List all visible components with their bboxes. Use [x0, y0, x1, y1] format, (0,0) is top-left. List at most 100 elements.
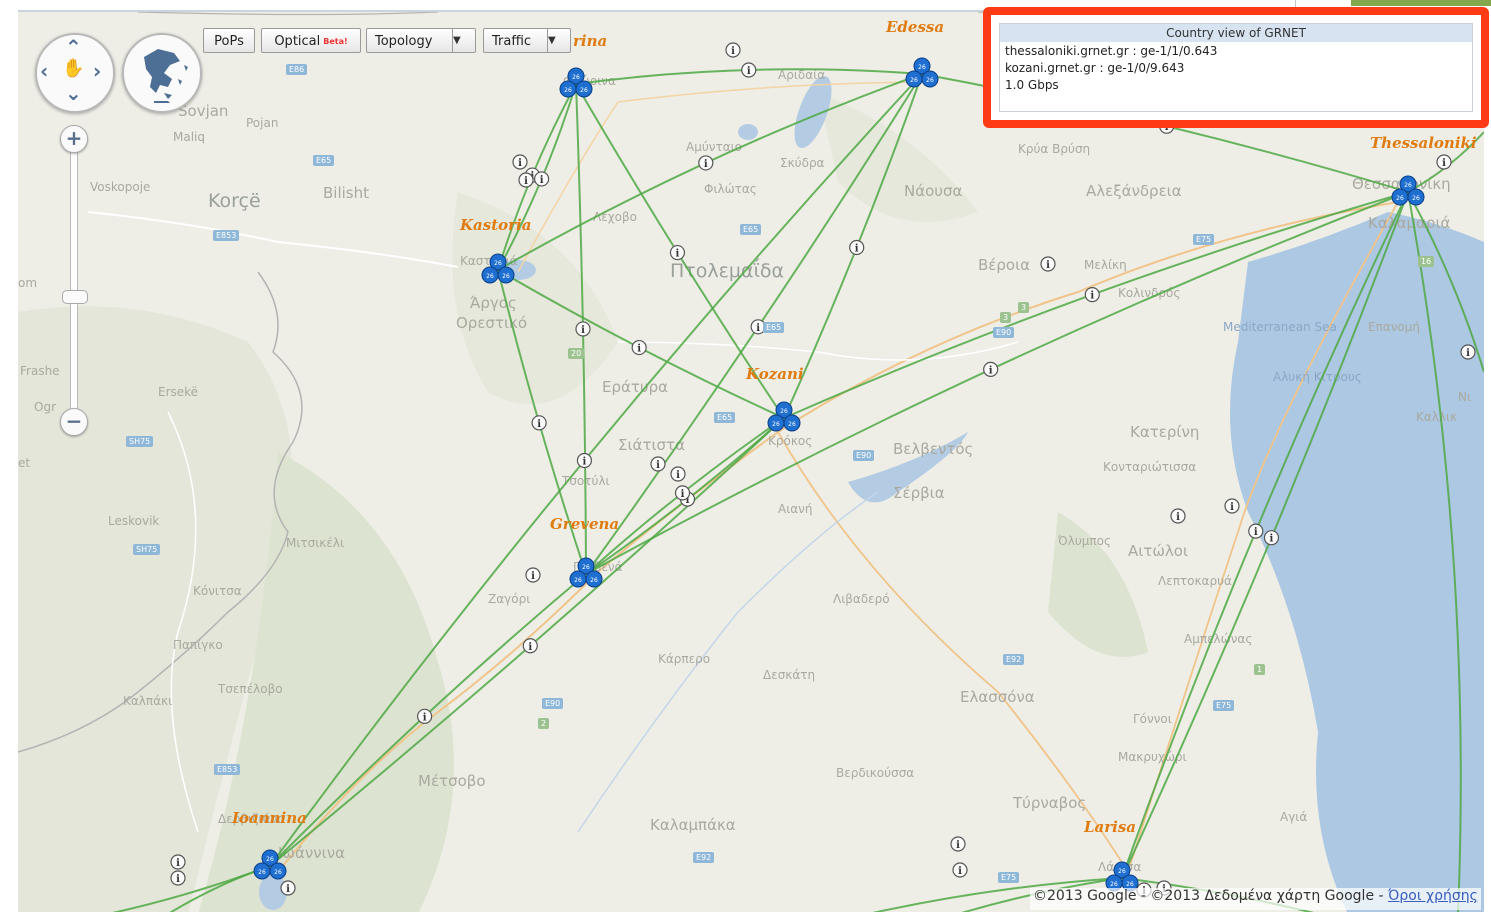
svg-text:i: i: [1466, 348, 1470, 359]
info-icon[interactable]: i: [1224, 498, 1240, 514]
map-application: Sovjan Pojan Maliq Voskopoje Korçë Bilis…: [0, 0, 1491, 912]
zoom-in-button[interactable]: +: [60, 125, 88, 153]
info-icon[interactable]: i: [670, 466, 686, 482]
svg-text:i: i: [1230, 502, 1234, 513]
info-icon[interactable]: i: [534, 171, 550, 187]
info-icon[interactable]: i: [741, 62, 757, 78]
zoom-slider-handle[interactable]: [62, 290, 88, 304]
zoom-out-button[interactable]: −: [60, 408, 88, 436]
info-icon[interactable]: i: [849, 239, 865, 256]
overview-map-button[interactable]: [122, 33, 202, 113]
svg-text:i: i: [581, 325, 585, 336]
road-shield: 20: [568, 348, 585, 359]
road-shield: E853: [214, 764, 241, 775]
beta-badge: Beta!: [323, 37, 348, 46]
terms-link[interactable]: Όροι χρήσης: [1388, 888, 1478, 904]
info-icon[interactable]: i: [522, 638, 538, 654]
info-icon[interactable]: i: [669, 244, 686, 261]
info-icon[interactable]: i: [950, 836, 966, 852]
info-icon[interactable]: i: [576, 452, 593, 469]
info-icon[interactable]: i: [1460, 344, 1476, 360]
info-icon[interactable]: i: [1436, 154, 1452, 170]
pop-node-kastoria[interactable]: 2626 26: [481, 253, 515, 284]
svg-text:i: i: [747, 66, 751, 77]
network-link[interactable]: [269, 73, 923, 867]
info-icon[interactable]: i: [1170, 508, 1186, 524]
topology-dropdown[interactable]: Topology ▼: [366, 28, 476, 53]
svg-text:i: i: [1254, 527, 1258, 538]
road-shield: E90: [993, 327, 1015, 338]
info-icon[interactable]: i: [575, 321, 591, 337]
svg-text:26: 26: [780, 408, 788, 415]
zoom-slider-track[interactable]: [70, 150, 78, 412]
info-icon[interactable]: i: [698, 155, 714, 171]
svg-text:i: i: [176, 874, 180, 885]
road-shield: E92: [1003, 654, 1025, 665]
svg-text:26: 26: [582, 564, 590, 571]
chevron-down-icon[interactable]: ▼: [547, 29, 570, 52]
pan-up-icon[interactable]: ⌃: [65, 37, 82, 57]
info-icon[interactable]: i: [1084, 287, 1100, 303]
road-shield: E75: [1213, 700, 1235, 711]
pan-right-icon[interactable]: ›: [93, 61, 101, 81]
svg-text:26: 26: [788, 421, 796, 428]
pan-control[interactable]: ⌃ ⌄ ‹ › ✋: [35, 33, 115, 113]
pops-button[interactable]: PoPs: [203, 28, 255, 53]
svg-text:26: 26: [494, 260, 502, 267]
pop-label-kozani: Kozani: [746, 365, 804, 383]
pop-node-edessa[interactable]: 2626 26: [905, 57, 939, 88]
pan-down-icon[interactable]: ⌄: [65, 83, 82, 103]
hand-icon[interactable]: ✋: [62, 59, 84, 79]
chevron-down-icon[interactable]: ▼: [452, 29, 475, 52]
network-link[interactable]: [783, 191, 1409, 419]
svg-text:i: i: [731, 46, 735, 57]
network-link[interactable]: [1407, 191, 1484, 373]
traffic-dropdown[interactable]: Traffic ▼: [483, 28, 571, 53]
road-shield: E92: [693, 852, 715, 863]
svg-text:i: i: [528, 642, 532, 653]
info-icon[interactable]: i: [531, 415, 547, 431]
svg-text:i: i: [531, 571, 535, 582]
info-icon[interactable]: i: [417, 708, 433, 724]
info-icon[interactable]: i: [170, 854, 186, 870]
svg-text:i: i: [524, 176, 528, 187]
pop-node-thessaloniki[interactable]: 2626 26: [1391, 175, 1425, 206]
pop-node-kozani[interactable]: 2626 26: [767, 401, 801, 432]
info-icon[interactable]: i: [674, 485, 691, 501]
optical-button[interactable]: Optical Beta!: [261, 28, 361, 53]
link-info-panel: Country view of GRNET thessaloniki.grnet…: [999, 23, 1473, 112]
info-icon[interactable]: i: [1263, 530, 1280, 546]
info-icon[interactable]: i: [512, 154, 528, 170]
info-icon[interactable]: i: [650, 456, 666, 472]
info-icon[interactable]: i: [1248, 523, 1264, 539]
pop-node-grevena[interactable]: 2626 26: [569, 557, 603, 588]
info-icon[interactable]: i: [280, 880, 296, 896]
network-overlay: iiiiiiiiiiiiiiiiiiiiiiiiiiiiiiiiiiiiii26…: [108, 42, 1484, 912]
topology-label: Topology: [375, 34, 433, 49]
info-icon[interactable]: i: [952, 862, 968, 878]
pop-label-kastoria: Kastoria: [460, 216, 532, 234]
info-icon[interactable]: i: [725, 42, 741, 58]
svg-text:26: 26: [274, 869, 282, 876]
road-shield: SH75: [126, 436, 154, 447]
pop-node-larisa[interactable]: 2626 26: [1105, 861, 1139, 892]
info-icon[interactable]: i: [1040, 256, 1056, 272]
svg-text:26: 26: [910, 77, 918, 84]
info-icon[interactable]: i: [518, 172, 534, 188]
svg-text:26: 26: [1396, 195, 1404, 202]
svg-text:i: i: [176, 858, 180, 869]
svg-text:26: 26: [266, 856, 274, 863]
info-icon[interactable]: i: [170, 870, 186, 886]
svg-text:26: 26: [258, 869, 266, 876]
road-shield: E853: [213, 230, 240, 241]
info-icon[interactable]: i: [525, 567, 541, 583]
road-shield: E75: [998, 872, 1020, 883]
svg-text:i: i: [676, 249, 680, 260]
map-canvas[interactable]: Sovjan Pojan Maliq Voskopoje Korçë Bilis…: [18, 10, 1484, 912]
info-icon[interactable]: i: [983, 361, 999, 377]
svg-text:i: i: [1046, 260, 1050, 271]
network-link[interactable]: [108, 865, 271, 912]
network-link[interactable]: [1407, 191, 1462, 912]
info-icon[interactable]: i: [631, 339, 647, 356]
pan-left-icon[interactable]: ‹: [40, 61, 48, 81]
